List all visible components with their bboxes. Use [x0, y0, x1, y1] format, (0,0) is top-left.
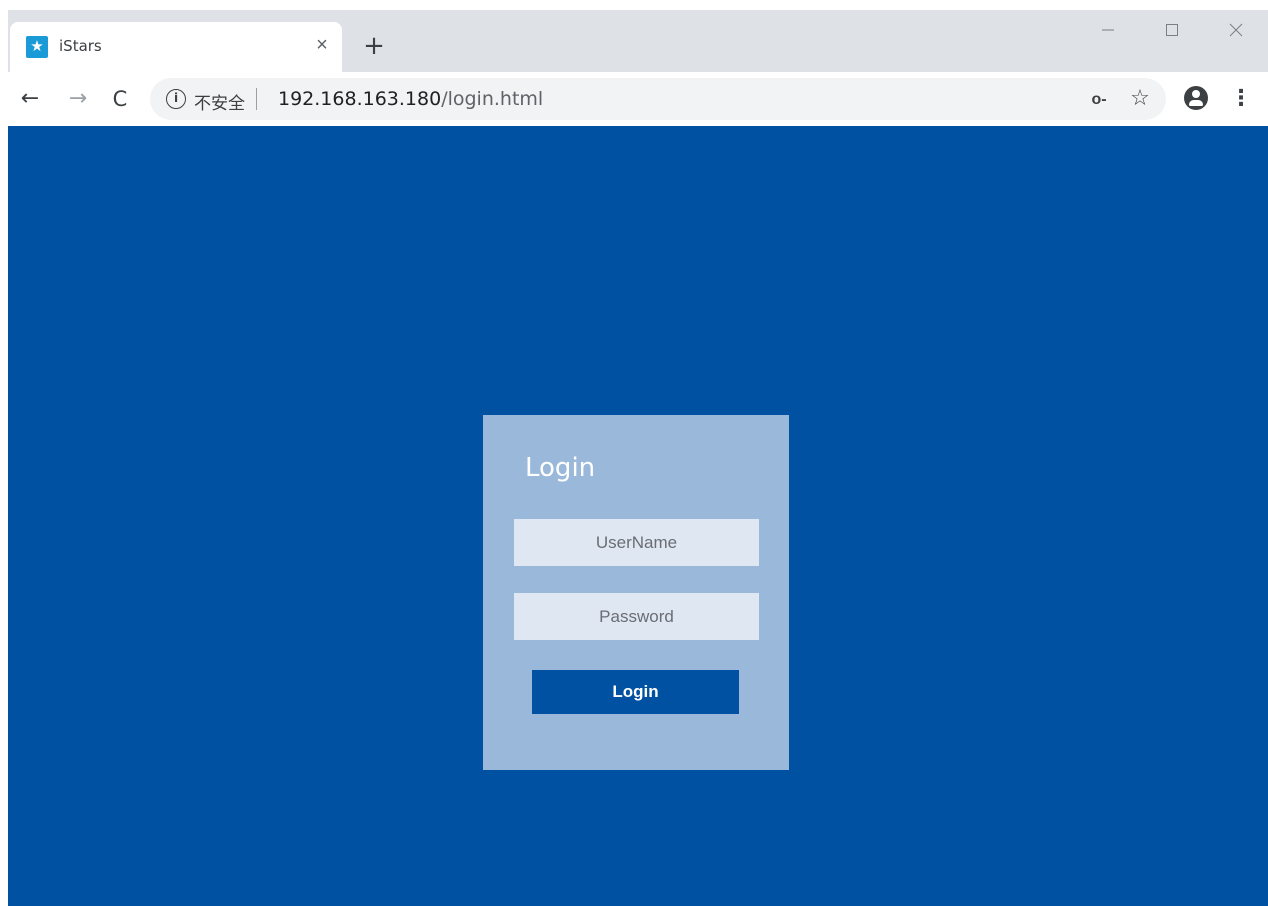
reload-button[interactable]: C [106, 85, 134, 113]
back-button[interactable]: ← [16, 85, 44, 113]
browser-toolbar: ← → C i 不安全 192.168.163.180/login.html o… [8, 72, 1268, 126]
account-icon[interactable] [1184, 86, 1208, 110]
browser-window: ★ iStars × + ← → C i 不安全 192.168.163.180… [8, 10, 1268, 906]
menu-icon[interactable]: ⋮ [1230, 85, 1252, 113]
forward-button[interactable]: → [64, 85, 92, 113]
security-label[interactable]: 不安全 [194, 89, 245, 114]
minimize-button[interactable] [1076, 10, 1140, 50]
browser-tab[interactable]: ★ iStars × [10, 22, 342, 72]
tab-close-icon[interactable]: × [310, 33, 334, 57]
minimize-icon [1102, 29, 1114, 31]
maximize-button[interactable] [1140, 10, 1204, 50]
login-button[interactable]: Login [532, 670, 739, 714]
address-divider [256, 88, 257, 110]
close-icon [1229, 23, 1243, 37]
url-text[interactable]: 192.168.163.180/login.html [278, 88, 543, 110]
key-icon[interactable]: o- [1088, 89, 1110, 111]
login-heading: Login [525, 453, 596, 483]
password-input[interactable] [514, 593, 759, 640]
close-window-button[interactable] [1204, 10, 1268, 50]
url-host: 192.168.163.180 [278, 88, 442, 110]
star-icon: ★ [26, 36, 48, 58]
username-input[interactable] [514, 519, 759, 566]
maximize-icon [1166, 24, 1178, 36]
tab-title: iStars [59, 37, 102, 55]
window-controls [1076, 10, 1268, 50]
url-path: /login.html [441, 88, 544, 110]
login-card: Login Login [483, 415, 789, 770]
info-icon[interactable]: i [166, 89, 186, 109]
page-content: Login Login [8, 126, 1268, 906]
bookmark-star-icon[interactable]: ☆ [1128, 87, 1152, 111]
new-tab-button[interactable]: + [360, 32, 388, 60]
tab-strip: ★ iStars × + [8, 10, 1268, 72]
address-bar[interactable]: i 不安全 192.168.163.180/login.html o- ☆ [150, 78, 1166, 120]
